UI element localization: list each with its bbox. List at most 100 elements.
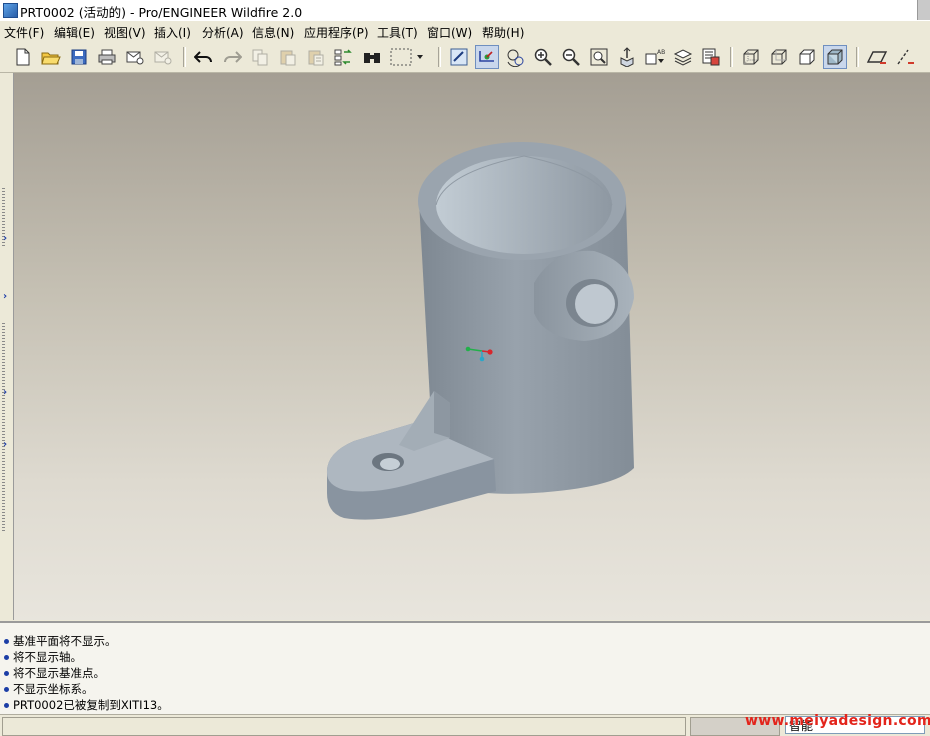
datum-planes-icon: [866, 51, 888, 64]
toolbar-separator: [183, 47, 186, 67]
message-text: 基准平面将不显示。: [13, 634, 117, 648]
menu-edit[interactable]: 编辑(E): [54, 24, 95, 41]
paste-icon: [280, 50, 296, 66]
new-button[interactable]: [11, 45, 35, 69]
model-render: [326, 142, 634, 520]
save-button[interactable]: [67, 45, 91, 69]
message-line: 将不显示轴。: [4, 649, 82, 665]
bullet-icon: [4, 639, 9, 644]
email-button[interactable]: [123, 45, 147, 69]
sash-grip[interactable]: [2, 413, 5, 533]
navigator-strip[interactable]: › › › ›: [0, 73, 14, 620]
wireframe-button[interactable]: [739, 45, 763, 69]
menu-analysis[interactable]: 分析(A): [202, 24, 244, 41]
layers-icon: [673, 49, 693, 66]
menu-info[interactable]: 信息(N): [252, 24, 294, 41]
zoom-in-button[interactable]: [531, 45, 555, 69]
cylinder-bore: [436, 156, 612, 254]
menu-window[interactable]: 窗口(W): [427, 24, 472, 41]
toolbar-separator: [438, 47, 441, 67]
redo-icon: [224, 51, 242, 63]
expand-arrow-icon[interactable]: ›: [3, 291, 7, 302]
spin-center-button[interactable]: [475, 45, 499, 69]
select-box-button[interactable]: [388, 45, 424, 69]
save-icon: [71, 49, 87, 65]
zoom-out-button[interactable]: [559, 45, 583, 69]
shading-button[interactable]: [823, 45, 847, 69]
menu-help[interactable]: 帮助(H): [482, 24, 524, 41]
bullet-icon: [4, 671, 9, 676]
undo-button[interactable]: [192, 45, 216, 69]
email-link-button[interactable]: [151, 45, 175, 69]
email-link-icon: [154, 51, 172, 65]
bullet-icon: [4, 655, 9, 660]
datum-axes-icon: [897, 49, 914, 65]
menu-file[interactable]: 文件(F): [4, 24, 44, 41]
copy-icon: [252, 49, 268, 66]
graphics-window[interactable]: [14, 73, 930, 620]
menu-insert[interactable]: 插入(I): [154, 24, 191, 41]
refit-button[interactable]: [587, 45, 611, 69]
refit-icon: [590, 48, 608, 66]
wireframe-icon: [743, 49, 759, 65]
svg-text:AB: AB: [657, 49, 665, 56]
redo-button[interactable]: [220, 45, 244, 69]
print-icon: [98, 49, 116, 65]
status-field: [2, 717, 686, 736]
menu-tools[interactable]: 工具(T): [377, 24, 418, 41]
new-icon: [16, 48, 30, 66]
expand-arrow-icon[interactable]: ›: [3, 439, 7, 450]
saved-views-button[interactable]: AB: [643, 45, 667, 69]
view-manager-icon: [702, 48, 720, 66]
expand-arrow-icon[interactable]: ›: [3, 233, 7, 244]
message-line: 不显示坐标系。: [4, 681, 94, 697]
window-title: PRT0002 (活动的) - Pro/ENGINEER Wildfire 2.…: [20, 5, 303, 20]
datum-axes-button[interactable]: [893, 45, 917, 69]
message-text: 将不显示轴。: [13, 650, 82, 664]
saved-views-icon: AB: [645, 49, 665, 65]
toolbar: AB: [0, 42, 930, 73]
title-bar: PRT0002 (活动的) - Pro/ENGINEER Wildfire 2.…: [0, 0, 930, 22]
regenerate-button[interactable]: [332, 45, 356, 69]
expand-arrow-icon[interactable]: ›: [3, 387, 7, 398]
menu-view[interactable]: 视图(V): [104, 24, 146, 41]
view-manager-button[interactable]: [699, 45, 723, 69]
message-line: PRT0002已被复制到XITI13。: [4, 697, 169, 713]
open-button[interactable]: [39, 45, 63, 69]
zoom-in-icon: [534, 48, 552, 66]
menu-bar: 文件(F) 编辑(E) 视图(V) 插入(I) 分析(A) 信息(N) 应用程序…: [0, 21, 930, 42]
window-control[interactable]: [917, 0, 930, 20]
paste-special-button[interactable]: [304, 45, 328, 69]
sash-grip[interactable]: [2, 323, 5, 413]
message-line: 将不显示基准点。: [4, 665, 105, 681]
datum-planes-button[interactable]: [865, 45, 889, 69]
hidden-line-icon: [771, 49, 787, 65]
toolbar-separator: [730, 47, 733, 67]
print-button[interactable]: [95, 45, 119, 69]
cad-part[interactable]: [326, 142, 634, 520]
shading-icon: [827, 49, 843, 65]
message-area: 基准平面将不显示。 将不显示轴。 将不显示基准点。 不显示坐标系。 PRT000…: [0, 621, 930, 715]
menu-applications[interactable]: 应用程序(P): [304, 24, 369, 41]
reorient-icon: [620, 47, 634, 67]
message-line: 基准平面将不显示。: [4, 633, 117, 649]
orient-mode-icon: [507, 49, 524, 67]
message-text: 将不显示基准点。: [13, 666, 105, 680]
hidden-line-button[interactable]: [767, 45, 791, 69]
regenerate-icon: [334, 49, 352, 66]
copy-button[interactable]: [248, 45, 272, 69]
repaint-button[interactable]: [447, 45, 471, 69]
layers-button[interactable]: [671, 45, 695, 69]
message-text: 不显示坐标系。: [13, 682, 94, 696]
bullet-icon: [4, 687, 9, 692]
open-icon: [41, 52, 61, 65]
no-hidden-button[interactable]: [795, 45, 819, 69]
app-icon: [3, 3, 18, 18]
find-button[interactable]: [360, 45, 384, 69]
message-text: PRT0002已被复制到XITI13。: [13, 698, 169, 712]
repaint-icon: [450, 48, 468, 66]
paste-button[interactable]: [276, 45, 300, 69]
reorient-button[interactable]: [615, 45, 639, 69]
orient-mode-button[interactable]: [503, 45, 527, 69]
select-box-icon: [390, 48, 423, 66]
